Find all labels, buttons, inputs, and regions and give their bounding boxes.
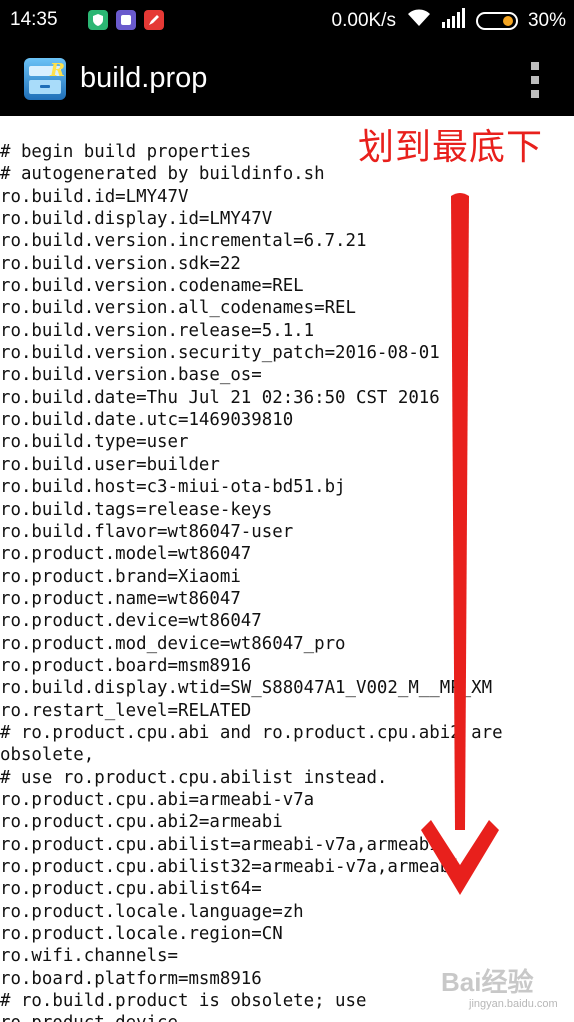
watermark-url: jingyan.baidu.com <box>469 998 558 1010</box>
battery-icon <box>475 12 518 30</box>
menu-dot <box>531 90 539 98</box>
status-right-group: 0.00K/s 30% <box>331 8 566 34</box>
pen-app-icon <box>144 10 164 30</box>
status-bar: 14:35 0.00K/s 30% <box>0 0 574 42</box>
watermark-logo-text: Bai经验 <box>441 967 534 997</box>
app-toolbar: R build.prop <box>0 42 574 116</box>
annotation-label: 划到最底下 <box>358 127 544 168</box>
toolbar-title: build.prop <box>80 62 208 94</box>
root-explorer-icon[interactable]: R <box>22 56 68 102</box>
status-time: 14:35 <box>10 9 58 30</box>
file-line: ro.product.locale.language=zh <box>0 901 304 922</box>
battery-fill <box>502 16 513 26</box>
down-arrow-icon <box>421 193 499 895</box>
network-speed: 0.00K/s <box>331 10 396 31</box>
overflow-menu-icon[interactable] <box>530 62 540 98</box>
signal-icon <box>441 8 466 34</box>
baidu-watermark: Bai经验 jingyan.baidu.com <box>435 962 558 1017</box>
shield-app-icon <box>88 10 108 30</box>
menu-dot <box>531 62 539 70</box>
file-line: ro.product.locale.region=CN <box>0 924 283 945</box>
wifi-icon <box>406 8 432 34</box>
battery-percent: 30% <box>527 10 566 31</box>
svg-text:R: R <box>49 60 65 81</box>
notification-app-icon <box>116 10 136 30</box>
menu-dot <box>531 76 539 84</box>
